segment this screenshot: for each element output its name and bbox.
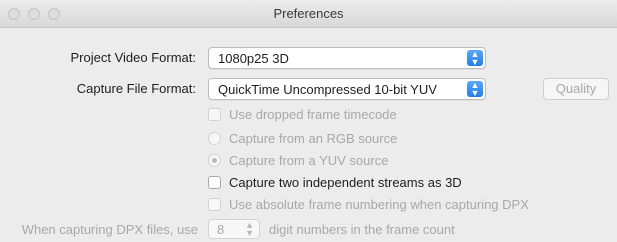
select-stepper-icon: ▲ ▼: [467, 81, 483, 98]
checkbox-icon: [208, 176, 221, 189]
dpx-digits-suffix-label: digit numbers in the frame count: [269, 222, 455, 237]
window-title: Preferences: [273, 6, 344, 21]
project-video-format-value: 1080p25 3D: [218, 51, 289, 66]
rgb-source-label: Capture from an RGB source: [229, 131, 398, 146]
yuv-source-label: Capture from a YUV source: [229, 153, 389, 168]
title-bar: Preferences: [0, 0, 617, 28]
radio-icon: [208, 132, 221, 145]
project-video-format-label: Project Video Format:: [70, 50, 196, 65]
capture-file-format-label: Capture File Format:: [76, 81, 196, 96]
select-stepper-icon: ▲ ▼: [467, 50, 483, 67]
two-streams-3d-label: Capture two independent streams as 3D: [229, 175, 462, 190]
capture-file-format-select[interactable]: QuickTime Uncompressed 10-bit YUV ▲ ▼: [208, 78, 486, 100]
radio-selected-icon: [208, 154, 221, 167]
dropped-frame-timecode-label: Use dropped frame timecode: [229, 107, 397, 122]
checkbox-icon: [208, 108, 221, 121]
stepper-arrows-icon: ▲ ▼: [245, 220, 254, 238]
dpx-digits-prefix-label: When capturing DPX files, use: [21, 222, 198, 237]
dpx-digits-stepper[interactable]: 8 ▲ ▼: [208, 219, 260, 239]
project-video-format-select[interactable]: 1080p25 3D ▲ ▼: [208, 47, 486, 69]
dpx-digits-value: 8: [217, 222, 225, 237]
capture-file-format-value: QuickTime Uncompressed 10-bit YUV: [218, 82, 437, 97]
quality-button[interactable]: Quality: [543, 78, 609, 100]
checkbox-icon: [208, 198, 221, 211]
absolute-frame-numbering-label: Use absolute frame numbering when captur…: [229, 197, 529, 212]
